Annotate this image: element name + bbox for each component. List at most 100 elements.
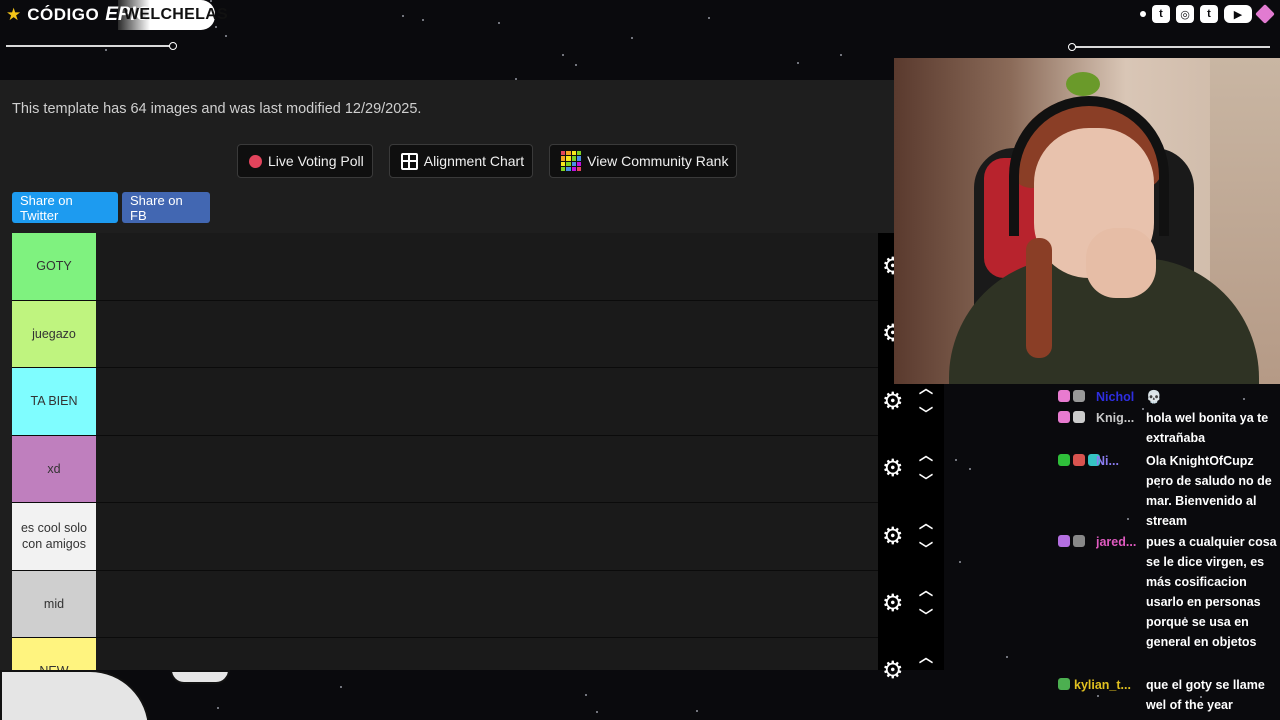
alignment-chart-button[interactable]: Alignment Chart — [388, 144, 534, 178]
chat-text: que el goty se llame wel of the year — [1146, 678, 1265, 712]
badge-icon — [1073, 454, 1085, 466]
gear-icon[interactable]: ⚙ — [882, 525, 904, 549]
overlay-line-right — [1068, 43, 1270, 51]
chevron-up-icon[interactable]: ︿ — [919, 580, 933, 600]
tier-control: ⚙ ︿ ﹀ — [878, 570, 944, 638]
tier-control: ⚙ ︿ ﹀ — [878, 435, 944, 503]
gear-icon[interactable]: ⚙ — [882, 659, 904, 683]
badge-icon — [1058, 535, 1070, 547]
gear-icon[interactable]: ⚙ — [882, 390, 904, 414]
badge-icon — [1058, 454, 1070, 466]
dot-icon — [1140, 11, 1146, 17]
overlay-line-left — [6, 42, 177, 50]
green-pom — [1066, 72, 1100, 96]
gear-icon[interactable]: ⚙ — [882, 592, 904, 616]
tier-rows: GOTY juegazo TA BIEN xd es cool solo con… — [12, 233, 878, 670]
share-buttons: Share on Twitter Share on FB — [12, 192, 210, 223]
tier-drop-zone[interactable] — [96, 503, 878, 570]
chevron-up-icon[interactable]: ︿ — [919, 647, 933, 667]
tier-drop-zone[interactable] — [96, 233, 878, 300]
tier-row: NEW — [12, 638, 878, 670]
streamer-hand — [1086, 228, 1156, 298]
alignment-chart-label: Alignment Chart — [423, 153, 525, 169]
star-dot — [585, 694, 587, 696]
tier-control: ⚙ ︿ — [878, 637, 944, 705]
tier-control: ⚙ ︿ ﹀ — [878, 503, 944, 571]
chevron-down-icon[interactable]: ﹀ — [919, 471, 933, 491]
chat-username[interactable]: jared... — [1096, 532, 1144, 552]
star-dot — [959, 561, 961, 563]
tier-label[interactable]: juegazo — [12, 300, 96, 367]
chat-text: 💀 — [1146, 390, 1162, 404]
instagram-icon: ◎ — [1176, 5, 1194, 23]
chevron-up-icon[interactable]: ︿ — [919, 445, 933, 465]
chevron-up-icon[interactable]: ︿ — [919, 513, 933, 533]
chat-username[interactable]: Ni... — [1096, 451, 1144, 471]
view-community-rank-button[interactable]: View Community Rank — [549, 144, 738, 178]
tier-label[interactable]: xd — [12, 435, 96, 502]
star-dot — [840, 54, 842, 56]
badge-icon — [1058, 390, 1070, 402]
star-dot — [631, 37, 633, 39]
tier-row: xd — [12, 435, 878, 503]
chat-text: pues a cualquier cosa se le dice virgen,… — [1146, 535, 1277, 649]
brand-logo: ★ CÓDIGO EPIC WELCHELAS — [0, 0, 228, 30]
share-twitter-button[interactable]: Share on Twitter — [12, 192, 118, 223]
chevron-down-icon[interactable]: ﹀ — [919, 539, 933, 559]
star-dot — [340, 686, 342, 688]
tier-label[interactable]: TA BIEN — [12, 368, 96, 435]
tier-drop-zone[interactable] — [96, 570, 878, 637]
star-dot — [562, 54, 564, 56]
tier-drop-zone[interactable] — [96, 368, 878, 435]
template-info: This template has 64 images and was last… — [12, 101, 422, 117]
chat-username[interactable]: Knig... — [1096, 408, 1144, 428]
brand-code-text: CÓDIGO — [27, 5, 100, 24]
cartoon-shape — [170, 670, 230, 684]
live-voting-poll-label: Live Voting Poll — [268, 153, 364, 169]
twitter-icon: t — [1200, 5, 1218, 23]
stream-overlay-topbar: ★ CÓDIGO EPIC WELCHELAS t ◎ t ▶ — [0, 0, 1280, 32]
badge-icon — [1073, 411, 1085, 423]
badge-icon — [1058, 678, 1070, 690]
tier-row: GOTY — [12, 233, 878, 301]
grid-icon — [400, 152, 418, 170]
user-badges — [1058, 535, 1085, 547]
user-badges — [1058, 454, 1100, 466]
tool-buttons: Live Voting Poll Alignment Chart View Co… — [237, 144, 738, 178]
badge-icon — [1058, 411, 1070, 423]
share-fb-button[interactable]: Share on FB — [122, 192, 210, 223]
record-dot-icon — [249, 154, 262, 168]
star-icon: ★ — [6, 5, 22, 24]
tier-row: mid — [12, 570, 878, 638]
webcam-feed — [894, 58, 1280, 384]
star-dot — [797, 62, 799, 64]
badge-icon — [1073, 390, 1085, 402]
tier-label[interactable]: NEW — [12, 638, 96, 670]
gem-icon — [1255, 4, 1275, 24]
star-dot — [105, 49, 107, 51]
tier-drop-zone[interactable] — [96, 300, 878, 367]
chevron-down-icon[interactable]: ﹀ — [919, 404, 933, 424]
tier-drop-zone[interactable] — [96, 435, 878, 502]
live-voting-poll-button[interactable]: Live Voting Poll — [237, 144, 373, 178]
star-dot — [969, 468, 971, 470]
star-dot — [955, 459, 957, 461]
chat-text: hola wel bonita ya te extrañaba — [1146, 411, 1269, 445]
rank-grid-icon — [561, 151, 582, 171]
gear-icon[interactable]: ⚙ — [882, 457, 904, 481]
chat-username[interactable]: Nichol — [1096, 387, 1144, 407]
tier-label[interactable]: es cool solo con amigos — [12, 503, 96, 570]
tier-drop-zone[interactable] — [96, 638, 878, 670]
tier-label[interactable]: GOTY — [12, 233, 96, 300]
star-dot — [1006, 656, 1008, 658]
chevron-down-icon[interactable]: ﹀ — [919, 606, 933, 626]
star-dot — [217, 707, 219, 709]
youtube-icon: ▶ — [1224, 5, 1252, 23]
user-badges — [1058, 678, 1070, 690]
tier-label[interactable]: mid — [12, 570, 96, 637]
streamer-braid — [1026, 238, 1052, 358]
chat-username[interactable]: kylian_t... — [1074, 675, 1144, 695]
chat-text: Ola KnightOfCupz pero de saludo no de ma… — [1146, 454, 1272, 528]
social-icons: t ◎ t ▶ — [1140, 4, 1275, 24]
user-badges — [1058, 411, 1085, 423]
